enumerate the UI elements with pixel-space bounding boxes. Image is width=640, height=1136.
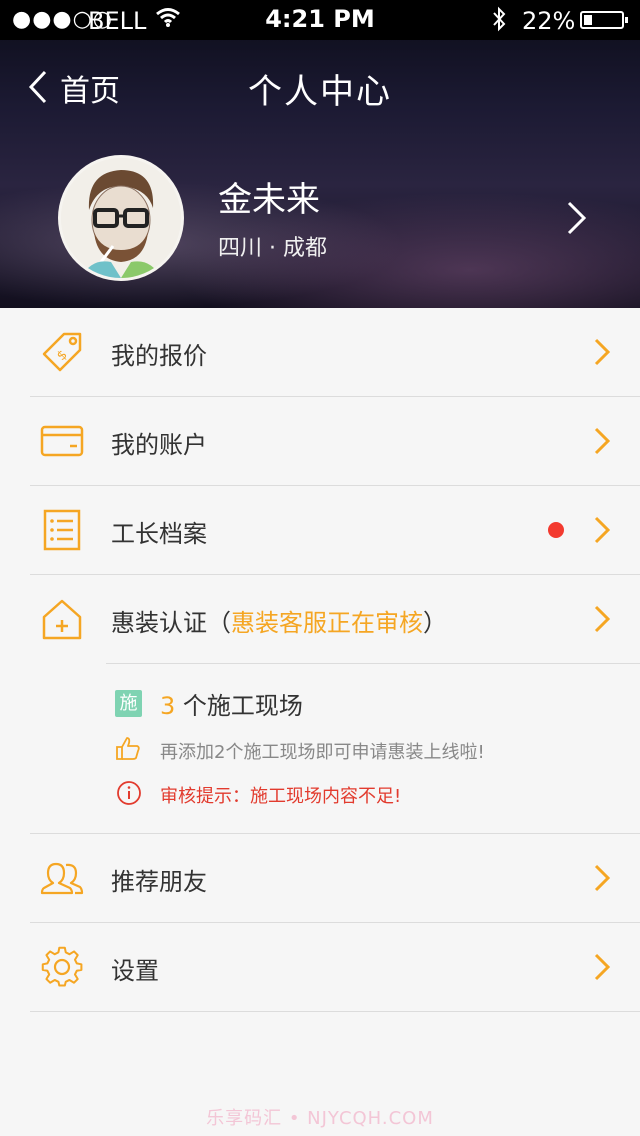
certification-status: 惠装客服正在审核 xyxy=(231,609,423,637)
avatar[interactable] xyxy=(58,155,184,281)
chevron-right-icon xyxy=(594,864,610,892)
battery-percent: 22% xyxy=(522,7,576,35)
menu-item-my-account[interactable]: 我的账户 xyxy=(0,397,640,485)
chevron-right-icon xyxy=(594,516,610,544)
card-icon xyxy=(40,425,84,457)
friends-icon xyxy=(40,862,84,895)
bluetooth-icon xyxy=(493,6,506,32)
status-bar: ●●●○○ BELL 4:21 PM 22% xyxy=(0,0,640,40)
battery-fill xyxy=(584,15,592,25)
site-count[interactable]: 3 个施工现场 xyxy=(160,686,303,721)
site-tip: 再添加2个施工现场即可申请惠装上线啦! xyxy=(160,742,485,763)
divider xyxy=(30,1011,640,1012)
menu-item-label: 我的报价 xyxy=(111,342,207,370)
menu-item-my-quotes[interactable]: $ 我的报价 xyxy=(0,308,640,396)
menu-item-label: 惠装认证（惠装客服正在审核） xyxy=(111,603,447,638)
avatar-illustration xyxy=(61,158,181,278)
certification-label-end: ） xyxy=(423,609,447,637)
menu-item-foreman-profile[interactable]: 工长档案 xyxy=(0,486,640,574)
menu-item-label: 工长档案 xyxy=(111,520,207,548)
profile-header: ●●●○○ BELL 4:21 PM 22% 首页 个人中心 金未来 四川 · … xyxy=(0,0,640,308)
notification-dot xyxy=(548,522,564,538)
menu-item-label: 我的账户 xyxy=(111,431,207,459)
chevron-right-icon xyxy=(594,427,610,455)
profile-name[interactable]: 金未来 xyxy=(218,172,320,221)
site-badge: 施 xyxy=(115,690,142,717)
site-count-label: 个施工现场 xyxy=(175,692,303,720)
menu-item-label: 推荐朋友 xyxy=(111,868,207,896)
chevron-right-icon xyxy=(594,605,610,633)
divider xyxy=(106,663,640,664)
gear-icon xyxy=(41,946,83,987)
menu-item-certification[interactable]: 惠装认证（惠装客服正在审核） xyxy=(0,575,640,663)
chevron-right-icon[interactable] xyxy=(566,200,588,236)
profile-location: 四川 · 成都 xyxy=(218,236,327,261)
certification-label: 惠装认证（ xyxy=(111,609,231,637)
menu-item-recommend-friends[interactable]: 推荐朋友 xyxy=(0,834,640,922)
house-plus-icon xyxy=(42,599,82,640)
list-doc-icon xyxy=(43,509,81,551)
review-warning: 审核提示：施工现场内容不足! xyxy=(160,786,402,807)
menu-item-settings[interactable]: 设置 xyxy=(0,923,640,1011)
site-count-number: 3 xyxy=(160,692,176,720)
chevron-right-icon xyxy=(594,953,610,981)
chevron-right-icon xyxy=(594,338,610,366)
info-icon xyxy=(117,781,141,805)
menu-item-label: 设置 xyxy=(111,957,159,985)
thumbs-up-icon xyxy=(116,737,140,760)
page-title: 个人中心 xyxy=(248,72,392,112)
price-tag-icon: $ xyxy=(42,332,82,372)
watermark: 乐享码汇 • NJYCQH.COM xyxy=(206,1108,434,1129)
battery-icon xyxy=(580,11,628,29)
